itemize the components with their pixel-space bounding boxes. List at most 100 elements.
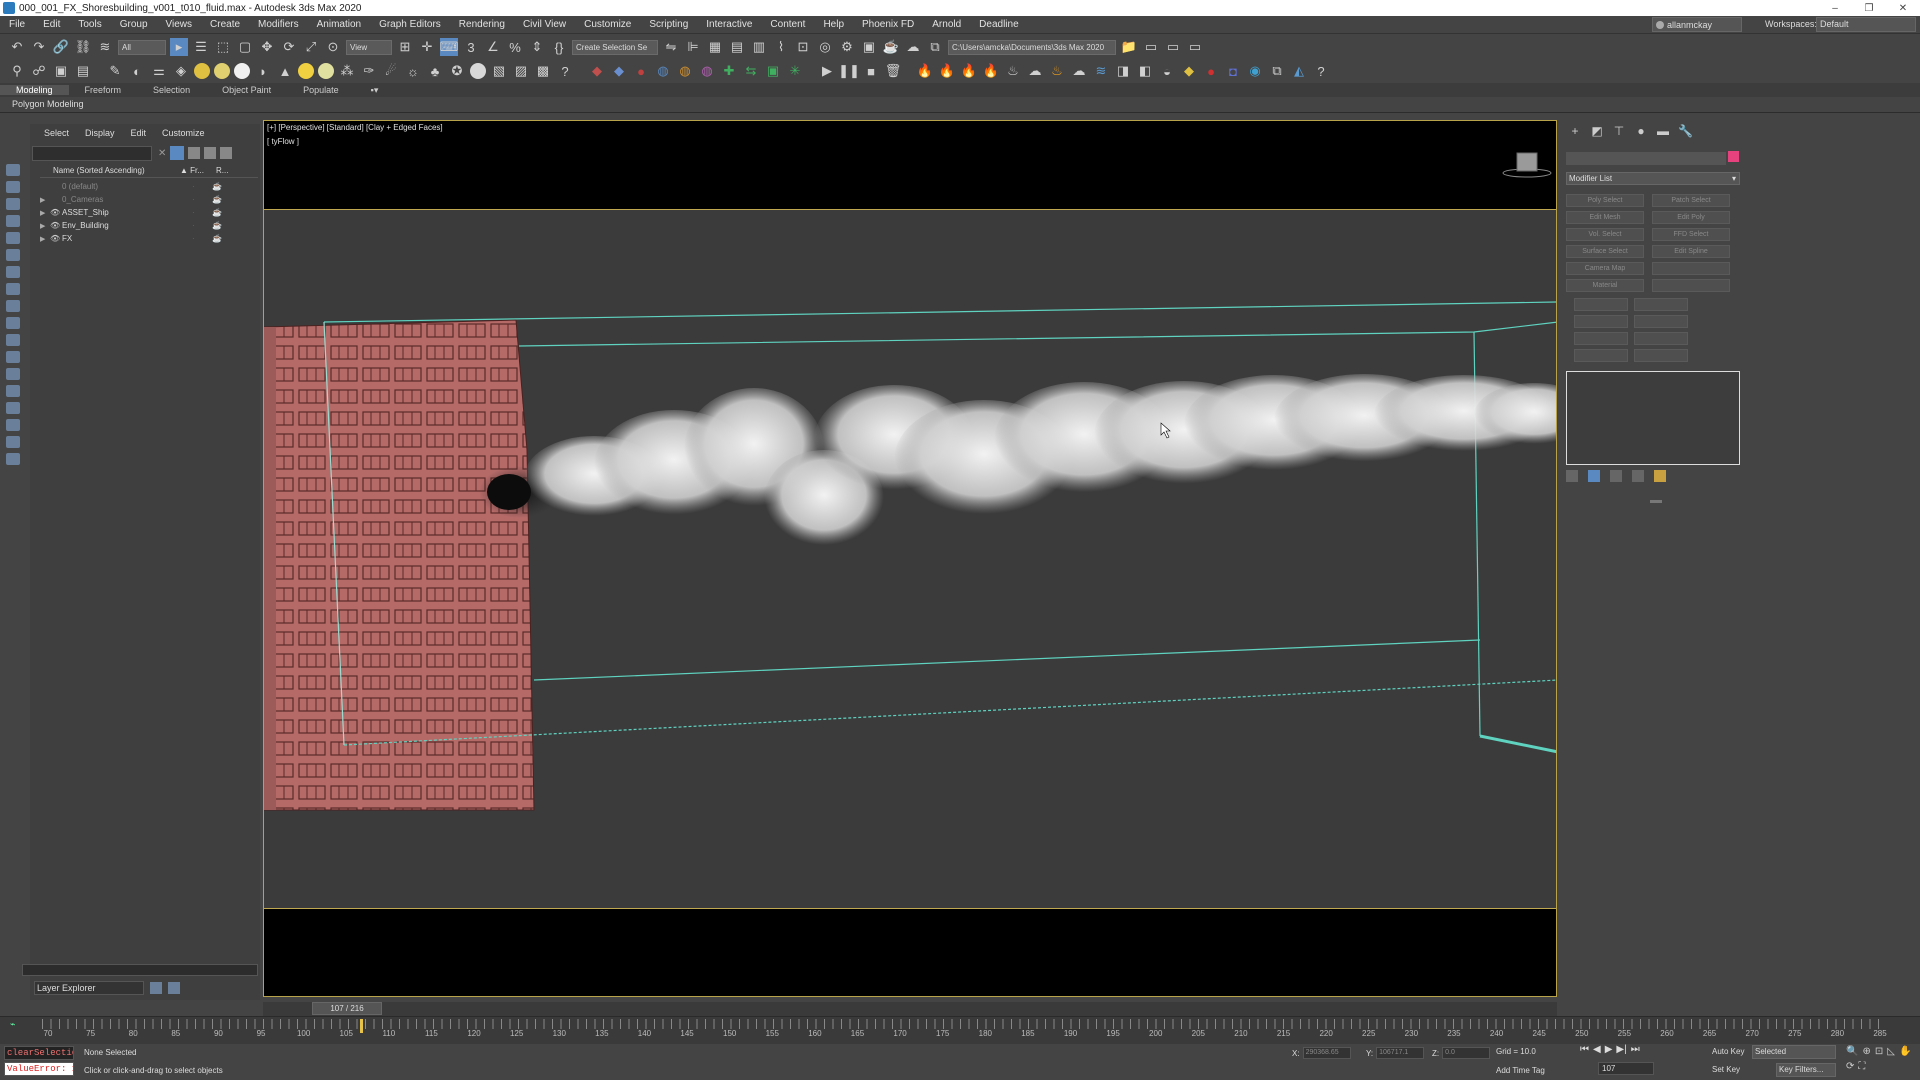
modifier-stack[interactable] [1566,371,1740,465]
fire-icon[interactable]: 🔥 [938,62,956,80]
modifier-button[interactable]: Patch Select [1652,194,1730,207]
menu-scripting[interactable]: Scripting [640,19,697,30]
create-tab-icon[interactable]: + [1568,124,1582,138]
reference-coordinate-dropdown[interactable]: View [346,39,392,55]
light-icon[interactable] [318,63,334,79]
layers-icon[interactable] [220,147,233,159]
tool-icon[interactable]: ◍ [698,62,716,80]
explorer-menu-edit[interactable]: Edit [131,128,147,138]
menu-group[interactable]: Group [111,19,157,30]
expand-icon[interactable]: ▶ [40,196,50,204]
zoom-icon[interactable]: 🔍 [1846,1046,1858,1057]
fire-icon[interactable]: 🔥 [960,62,978,80]
modifier-button[interactable] [1634,315,1688,328]
modifier-button[interactable]: Edit Mesh [1566,211,1644,224]
tool-icon[interactable]: ◆ [1180,62,1198,80]
explorer-horizontal-scrollbar[interactable] [22,964,258,976]
explorer-type-dropdown[interactable]: Layer Explorer [34,981,144,995]
placement-icon[interactable]: ⊙ [324,38,342,56]
command-panel-scroll-handle[interactable] [1650,500,1662,503]
liquid-icon[interactable]: ◨ [1114,62,1132,80]
modifier-button[interactable]: Poly Select [1566,194,1644,207]
redo-icon[interactable]: ↷ [30,38,48,56]
render-production-icon[interactable]: ☕ [882,38,900,56]
keyboard-shortcut-override-icon[interactable]: ⌨ [440,38,458,56]
modifier-button[interactable] [1574,315,1628,328]
tab-object-paint[interactable]: Object Paint [206,85,287,95]
maximize-viewport-icon[interactable]: ⛶ [1858,1061,1865,1072]
layer-row[interactable]: ▶ 👁 ASSET_Ship · ☕ [40,206,258,219]
modifier-button[interactable] [1574,298,1628,311]
tool-icon[interactable]: ✪ [448,62,466,80]
object-color-swatch[interactable] [1728,151,1739,162]
tool-icon[interactable]: ● [1202,62,1220,80]
next-frame-icon[interactable]: ▶| [1616,1044,1626,1055]
zoom-extents-icon[interactable]: ⊡ [1875,1046,1883,1057]
hidden-filter-icon[interactable] [6,402,20,414]
orbit-icon[interactable]: ⟳ [1846,1061,1854,1072]
freeze-icon[interactable]: · [192,234,208,243]
play-sim-icon[interactable]: ▶ [818,62,836,80]
time-slider-thumb[interactable]: 107 / 216 [312,1002,382,1015]
freeze-icon[interactable]: · [192,182,208,191]
tool-icon[interactable]: ✑ [360,62,378,80]
toggle-ribbon-icon[interactable]: ▥ [750,38,768,56]
tool-icon[interactable]: ♣ [426,62,444,80]
tool-icon[interactable]: ☼ [404,62,422,80]
column-name[interactable]: Name (Sorted Ascending) [40,166,180,175]
lights-filter-icon[interactable] [6,249,20,261]
frozen-filter-icon[interactable] [6,385,20,397]
spinner-snap-icon[interactable]: ⇕ [528,38,546,56]
scale-icon[interactable]: ⤢ [302,38,320,56]
liquid-icon[interactable]: ◧ [1136,62,1154,80]
liquid-icon[interactable]: ≋ [1092,62,1110,80]
x-field[interactable]: 290368.65 [1302,1047,1351,1059]
modifier-button[interactable] [1634,332,1688,345]
select-manipulate-icon[interactable]: ✛ [418,38,436,56]
modifier-button[interactable]: Surface Select [1566,245,1644,258]
tool-icon[interactable]: ◈ [172,62,190,80]
toggle-layer-explorer-icon[interactable]: ▤ [728,38,746,56]
box-primitive-icon[interactable] [194,63,210,79]
menu-customize[interactable]: Customize [575,19,640,30]
maxscript-listener-input[interactable]: clearSelectio [4,1046,74,1060]
visibility-icon[interactable]: 👁 [50,221,62,230]
shapes-filter-icon[interactable] [6,232,20,244]
utilities-tab-icon[interactable]: 🔧 [1678,124,1693,138]
last-result-icon[interactable] [6,419,20,431]
menu-arnold[interactable]: Arnold [923,19,970,30]
fluid-source-icon[interactable]: ♨ [1004,62,1022,80]
modifier-button[interactable] [1652,262,1730,275]
unlink-icon[interactable]: ⛓ [74,38,92,56]
play-icon[interactable]: ▶ [1605,1044,1613,1055]
tool-icon[interactable]: ◆ [588,62,606,80]
track-bar[interactable]: ⌁ 70 75 80 85 90 95 100 105 110 115 120 125 130 135 14… [0,1016,1920,1044]
menu-interactive[interactable]: Interactive [697,19,761,30]
make-unique-icon[interactable] [1610,470,1622,482]
modifier-button[interactable]: Edit Poly [1652,211,1730,224]
light-icon[interactable] [298,63,314,79]
perspective-viewport[interactable]: [+] [Perspective] [Standard] [Clay + Edg… [263,120,1557,997]
hierarchy-tab-icon[interactable]: ⊤ [1612,124,1626,138]
menu-content[interactable]: Content [761,19,814,30]
menu-file[interactable]: File [0,19,34,30]
link-icon[interactable]: 🔗 [52,38,70,56]
tool-icon[interactable]: ◐ [128,62,146,80]
expand-icon[interactable]: ▶ [40,235,50,243]
layer-row[interactable]: ▶ 👁 FX · ☕ [40,232,258,245]
auto-key-button[interactable]: Auto Key [1712,1047,1744,1056]
mirror-icon[interactable]: ⇋ [662,38,680,56]
project-folder-icon[interactable]: ▭ [1186,38,1204,56]
modifier-button[interactable]: Edit Spline [1652,245,1730,258]
explorer-options-icon[interactable] [150,982,162,994]
rendered-frame-window-icon[interactable]: ▣ [860,38,878,56]
fire-icon[interactable]: 🔥 [916,62,934,80]
smoke-icon[interactable]: ☁ [1070,62,1088,80]
render-iterative-icon[interactable]: ☁ [904,38,922,56]
modifier-button[interactable]: FFD Select [1652,228,1730,241]
explorer-pin-icon[interactable] [168,982,180,994]
workspace-dropdown[interactable]: Default [1816,17,1916,32]
freeze-icon[interactable]: · [192,208,208,217]
tool-icon[interactable]: ⧉ [1268,62,1286,80]
object-name-field[interactable] [1566,152,1726,165]
